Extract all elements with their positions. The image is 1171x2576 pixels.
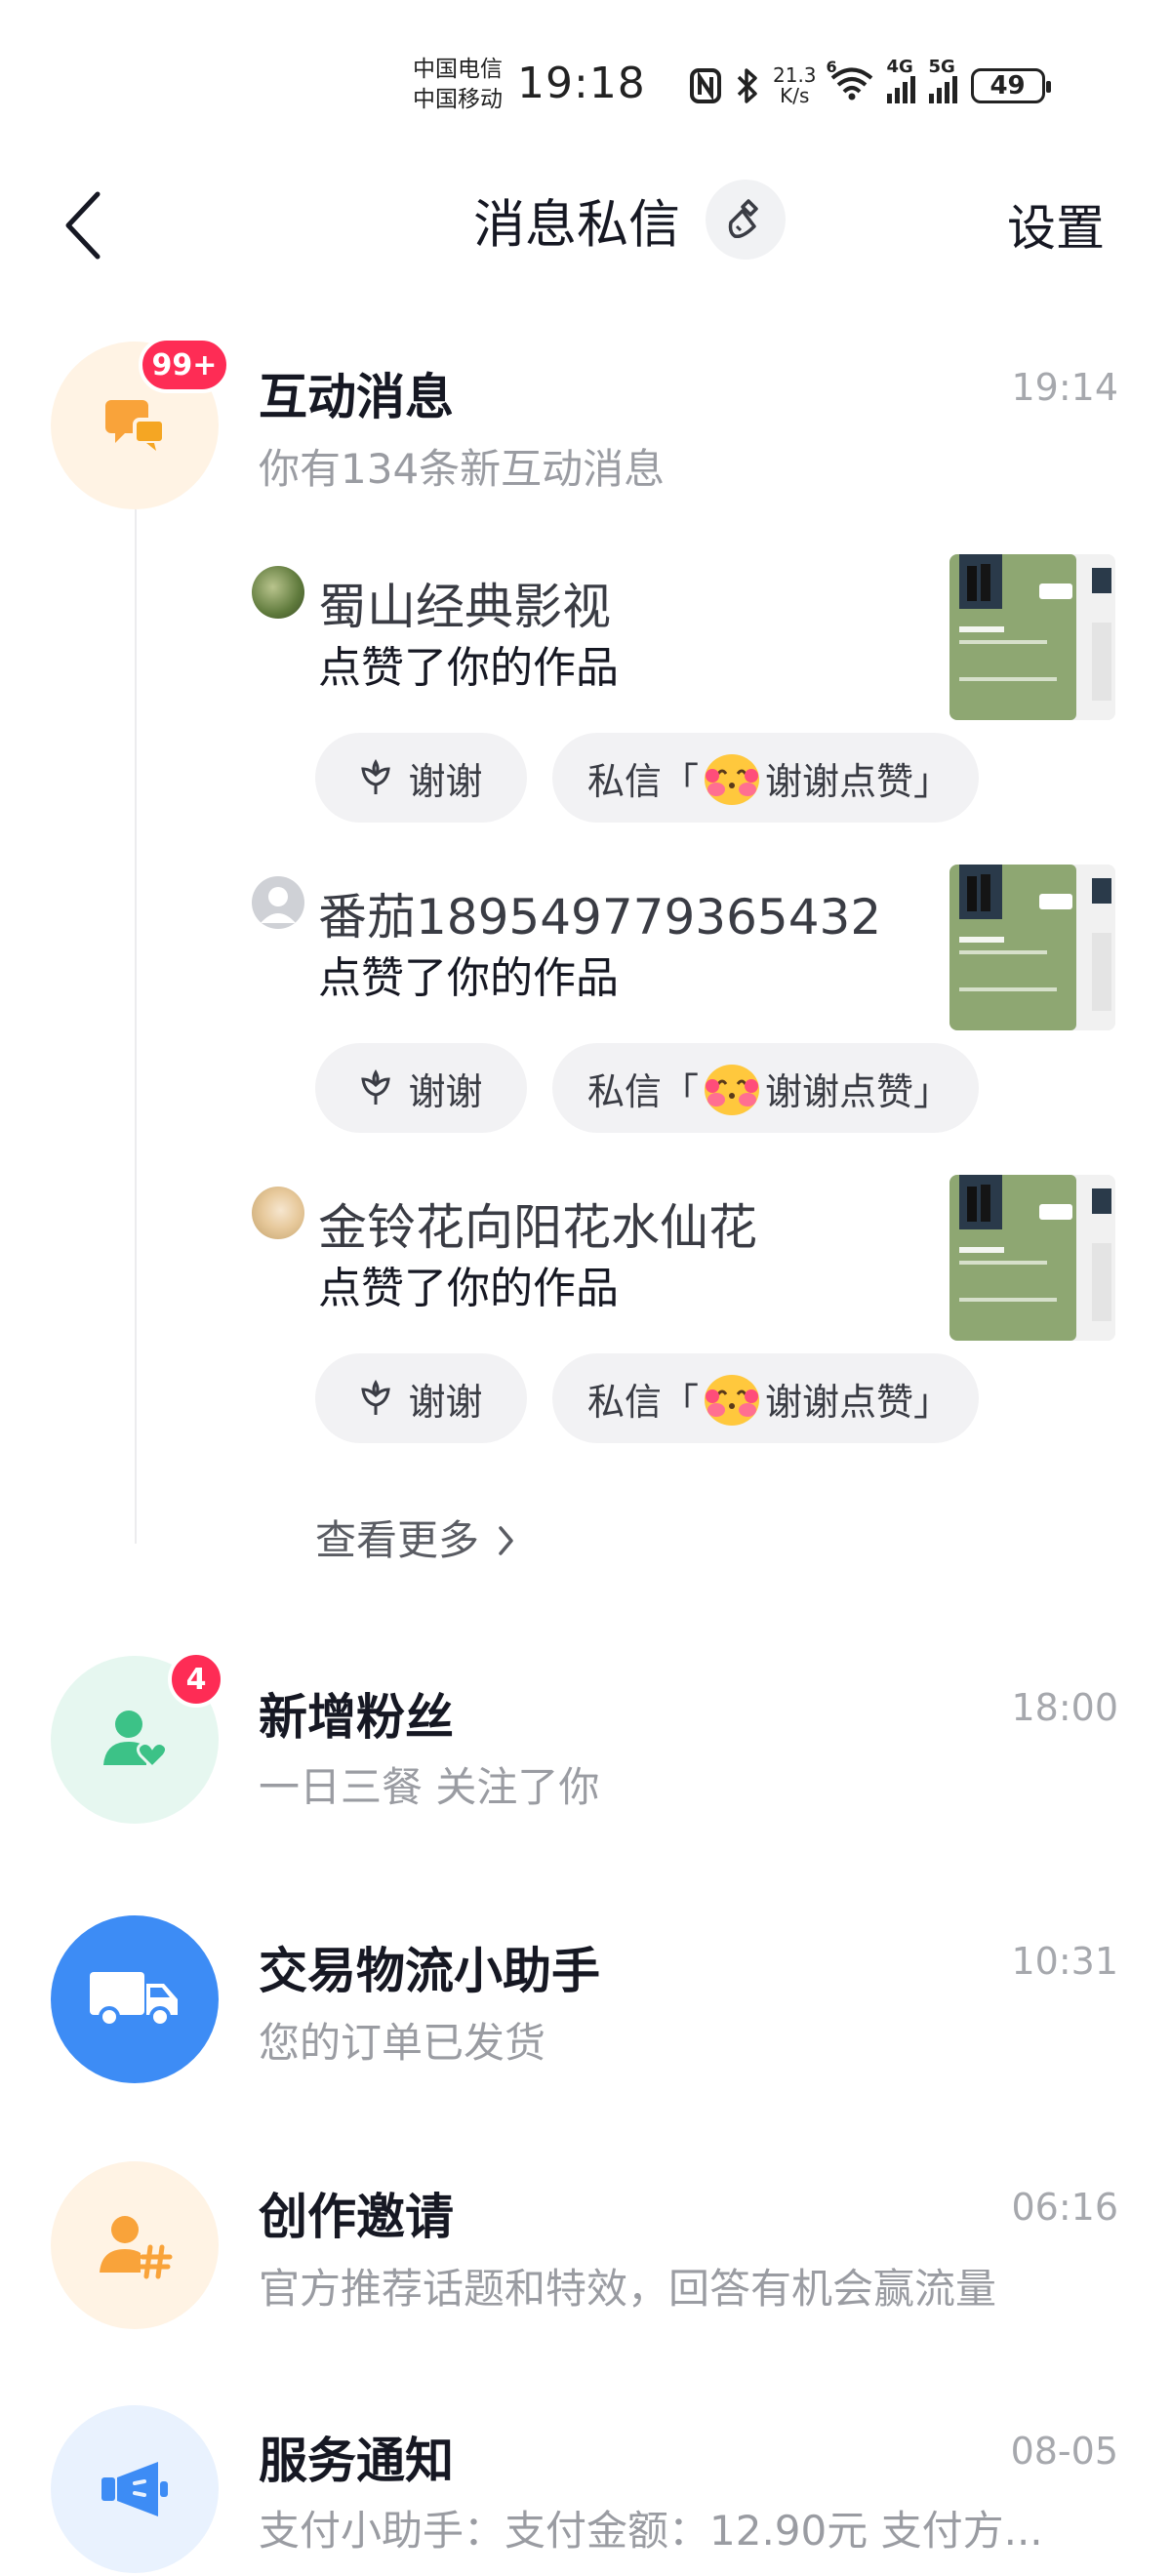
blush-emoji-icon <box>705 1065 760 1115</box>
row-subtitle: 支付小助手：支付金额：12.90元 支付方... <box>259 2507 1043 2555</box>
unread-badge: 99+ <box>139 337 230 393</box>
settings-button[interactable]: 设置 <box>1007 189 1105 260</box>
row-subtitle: 官方推荐话题和特效，回答有机会赢流量 <box>259 2265 997 2313</box>
network-speed: 21.3 K/s <box>773 63 817 107</box>
row-time: 19:14 <box>1011 366 1118 409</box>
thanks-label: 谢谢 <box>408 1380 483 1424</box>
dm-prefix: 私信「 <box>587 759 700 803</box>
row-title: 交易物流小助手 <box>259 1943 600 1999</box>
interaction-item[interactable]: 番茄189549779365432 点赞了你的作品 谢谢 私信「 谢谢点赞」 <box>252 865 1130 1172</box>
dm-suffix: 谢谢点赞」 <box>765 1380 951 1424</box>
thanks-button[interactable]: 谢谢 <box>315 1043 527 1133</box>
dm-suffix: 谢谢点赞」 <box>765 1069 951 1113</box>
battery-indicator: 49 <box>970 68 1051 103</box>
blush-emoji-icon <box>705 1375 760 1426</box>
nav-header: 消息私信 设置 <box>0 166 1171 273</box>
flower-icon <box>361 759 391 794</box>
dm-prefix: 私信「 <box>587 1069 700 1113</box>
truck-icon <box>90 1972 178 2028</box>
video-thumbnail[interactable] <box>949 865 1115 1030</box>
status-time: 19:18 <box>517 59 646 108</box>
thanks-button[interactable]: 谢谢 <box>315 733 527 823</box>
user-avatar[interactable] <box>252 566 304 619</box>
thumbnail-image <box>949 554 1115 720</box>
status-bar: 中国电信 中国移动 19:18 21.3 K/s 6 4G 5G 49 <box>0 0 1171 166</box>
row-title: 服务通知 <box>259 2433 454 2489</box>
thanks-label: 谢谢 <box>408 1069 483 1113</box>
status-icons: 21.3 K/s 6 4G 5G 49 <box>689 57 1051 115</box>
follower-heart-icon <box>103 1711 169 1770</box>
bluetooth-icon <box>737 68 757 103</box>
interaction-item[interactable]: 金铃花向阳花水仙花 点赞了你的作品 谢谢 私信「 谢谢点赞」 <box>252 1175 1130 1482</box>
dm-thanks-button[interactable]: 私信「 谢谢点赞」 <box>552 1353 979 1443</box>
broom-icon <box>728 199 758 239</box>
user-name[interactable]: 蜀山经典影视 <box>318 568 611 638</box>
action-text: 点赞了你的作品 <box>318 643 619 693</box>
video-thumbnail[interactable] <box>949 1175 1115 1341</box>
service-notice-row[interactable]: 服务通知 支付小助手：支付金额：12.90元 支付方... 08-05 <box>0 2400 1171 2576</box>
logistics-avatar <box>51 1915 219 2083</box>
row-title: 新增粉丝 <box>259 1689 454 1746</box>
row-time: 06:16 <box>1011 2186 1118 2229</box>
dm-prefix: 私信「 <box>587 1380 700 1424</box>
row-time: 18:00 <box>1011 1686 1118 1729</box>
action-text: 点赞了你的作品 <box>318 1264 619 1313</box>
video-thumbnail[interactable] <box>949 554 1115 720</box>
row-time: 10:31 <box>1011 1940 1118 1983</box>
logistics-assistant-row[interactable]: 交易物流小助手 您的订单已发货 10:31 <box>0 1911 1171 2096</box>
chevron-right-icon <box>499 1526 514 1555</box>
carrier-names: 中国电信 中国移动 <box>413 55 503 115</box>
blush-emoji-icon <box>705 754 760 805</box>
row-time: 08-05 <box>1010 2430 1118 2473</box>
default-avatar-icon <box>261 887 296 923</box>
flower-icon <box>361 1380 391 1415</box>
carrier-2: 中国移动 <box>413 87 503 112</box>
user-name[interactable]: 金铃花向阳花水仙花 <box>318 1188 757 1259</box>
megaphone-icon <box>101 2462 168 2516</box>
unread-badge: 4 <box>168 1651 224 1708</box>
thumbnail-image <box>949 865 1115 1030</box>
nfc-icon <box>690 68 721 103</box>
creation-avatar <box>51 2161 219 2329</box>
signal-4g: 4G <box>886 57 915 103</box>
user-avatar[interactable] <box>252 1187 304 1239</box>
carrier-1: 中国电信 <box>413 57 503 82</box>
user-name[interactable]: 番茄189549779365432 <box>318 878 881 948</box>
interaction-messages-row[interactable]: 99+ 互动消息 你有134条新互动消息 19:14 <box>0 337 1171 522</box>
flower-icon <box>361 1069 391 1105</box>
row-subtitle: 您的订单已发货 <box>259 2019 546 2067</box>
thanks-button[interactable]: 谢谢 <box>315 1353 527 1443</box>
dm-thanks-button[interactable]: 私信「 谢谢点赞」 <box>552 1043 979 1133</box>
creation-invite-row[interactable]: 创作邀请 官方推荐话题和特效，回答有机会赢流量 06:16 <box>0 2156 1171 2342</box>
chat-bubbles-icon <box>105 400 166 451</box>
thumbnail-image <box>949 1175 1115 1341</box>
service-avatar <box>51 2405 219 2573</box>
signal-5g: 5G <box>928 57 957 103</box>
action-text: 点赞了你的作品 <box>318 953 619 1003</box>
clean-button[interactable] <box>706 180 786 260</box>
row-subtitle: 一日三餐 关注了你 <box>259 1763 600 1811</box>
dm-thanks-button[interactable]: 私信「 谢谢点赞」 <box>552 733 979 823</box>
back-arrow-icon[interactable] <box>57 188 115 262</box>
page-title: 消息私信 <box>473 195 680 255</box>
new-followers-row[interactable]: 4 新增粉丝 一日三餐 关注了你 18:00 <box>0 1651 1171 1836</box>
user-hashtag-icon <box>100 2216 173 2279</box>
thread-divider <box>135 509 137 1544</box>
dm-suffix: 谢谢点赞」 <box>765 759 951 803</box>
wifi-level: 6 <box>826 58 837 76</box>
see-more-link[interactable]: 查看更多 <box>315 1508 517 1567</box>
row-title: 创作邀请 <box>259 2189 454 2245</box>
user-avatar[interactable] <box>252 876 304 929</box>
row-title: 互动消息 <box>259 369 454 425</box>
thanks-label: 谢谢 <box>408 759 483 803</box>
interaction-item[interactable]: 蜀山经典影视 点赞了你的作品 谢谢 私信「 谢谢点赞」 <box>252 554 1130 862</box>
row-subtitle: 你有134条新互动消息 <box>259 445 666 493</box>
